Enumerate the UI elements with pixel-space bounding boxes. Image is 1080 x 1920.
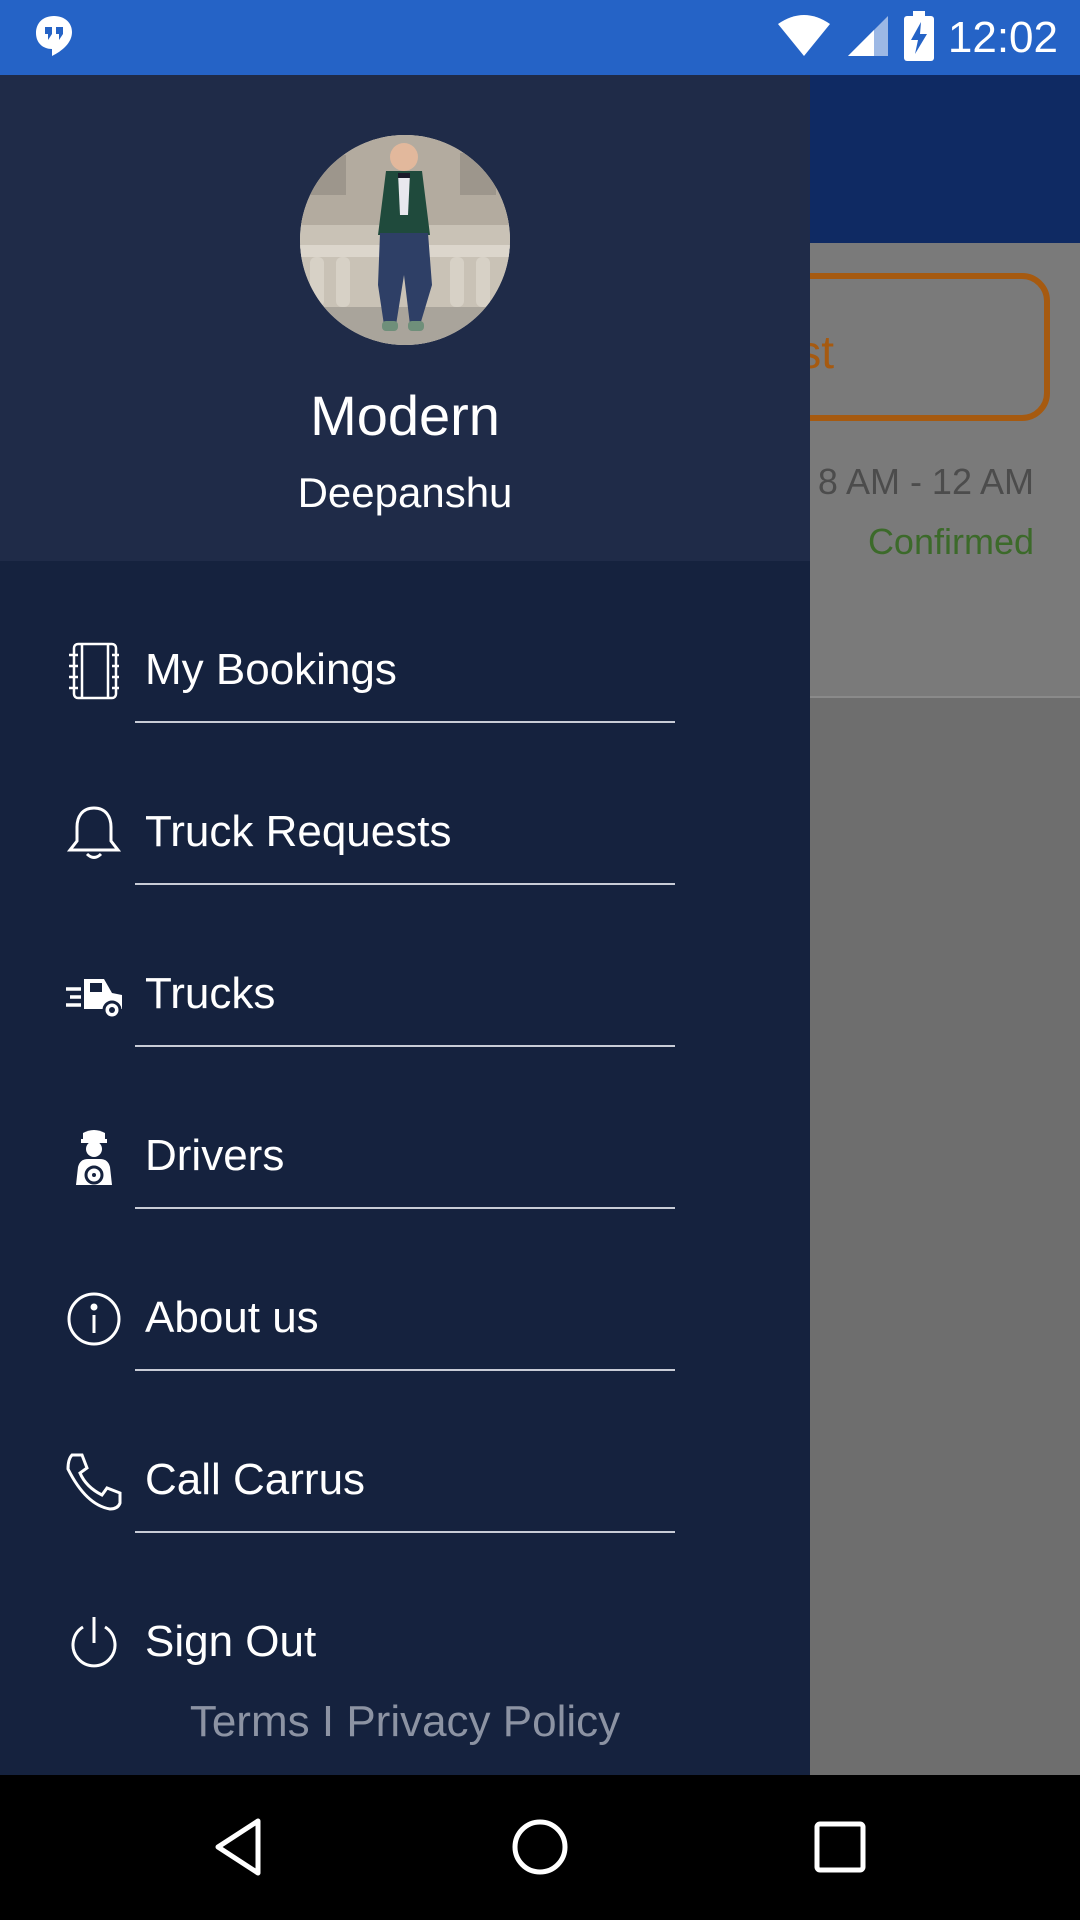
menu-label-my-bookings: My Bookings [145, 645, 397, 694]
time-slot: 8 AM - 12 AM [817, 461, 1034, 502]
menu-label-truck-requests: Truck Requests [145, 807, 452, 856]
wifi-icon [776, 14, 832, 63]
back-icon[interactable] [208, 1815, 272, 1879]
navigation-drawer: Modern Deepanshu My Bookings Truck Reque… [0, 75, 810, 1775]
menu-item-sign-out[interactable]: Sign Out [0, 1587, 810, 1697]
drawer-header: Modern Deepanshu [0, 75, 810, 561]
cell-signal-icon [846, 14, 890, 63]
footer-links: Terms I Privacy Policy [0, 1697, 810, 1747]
menu-label-about-us: About us [145, 1293, 319, 1342]
menu-label-sign-out: Sign Out [145, 1617, 317, 1666]
system-nav-bar [0, 1775, 1080, 1920]
divider [135, 1531, 675, 1533]
menu-item-truck-requests[interactable]: Truck Requests [0, 777, 810, 887]
status-bar: 12:02 [0, 0, 1080, 75]
menu-item-drivers[interactable]: Drivers [0, 1101, 810, 1211]
power-icon [64, 1613, 124, 1673]
battery-charging-icon [903, 10, 934, 66]
divider [135, 883, 675, 885]
phone-icon [64, 1451, 124, 1511]
driver-icon [64, 1127, 124, 1187]
menu-item-about-us[interactable]: About us [0, 1263, 810, 1373]
bookings-notebook-icon [64, 641, 124, 701]
home-icon[interactable] [508, 1815, 572, 1879]
divider [135, 1045, 675, 1047]
profile-title: Modern [310, 384, 500, 447]
booking-status: Confirmed [867, 521, 1034, 562]
terms-link[interactable]: Terms [190, 1697, 310, 1747]
hangouts-icon [34, 14, 74, 63]
divider [135, 721, 675, 723]
status-time: 12:02 [947, 13, 1058, 62]
menu-item-my-bookings[interactable]: My Bookings [0, 615, 810, 725]
avatar[interactable] [300, 135, 510, 345]
menu-label-call-carrus: Call Carrus [145, 1455, 366, 1504]
status-icons: 12:02 [776, 10, 1058, 66]
footer-separator: I [321, 1697, 335, 1746]
menu-label-trucks: Trucks [145, 969, 276, 1018]
privacy-policy-link[interactable]: Privacy Policy [346, 1697, 620, 1747]
divider [135, 1369, 675, 1371]
menu-item-trucks[interactable]: Trucks [0, 939, 810, 1049]
recents-icon[interactable] [808, 1815, 872, 1879]
profile-name: Deepanshu [297, 469, 513, 516]
menu-item-call-carrus[interactable]: Call Carrus [0, 1425, 810, 1535]
truck-icon [64, 965, 124, 1025]
menu-label-drivers: Drivers [145, 1131, 285, 1180]
info-icon [64, 1289, 124, 1349]
bell-icon [64, 803, 124, 863]
divider [135, 1207, 675, 1209]
